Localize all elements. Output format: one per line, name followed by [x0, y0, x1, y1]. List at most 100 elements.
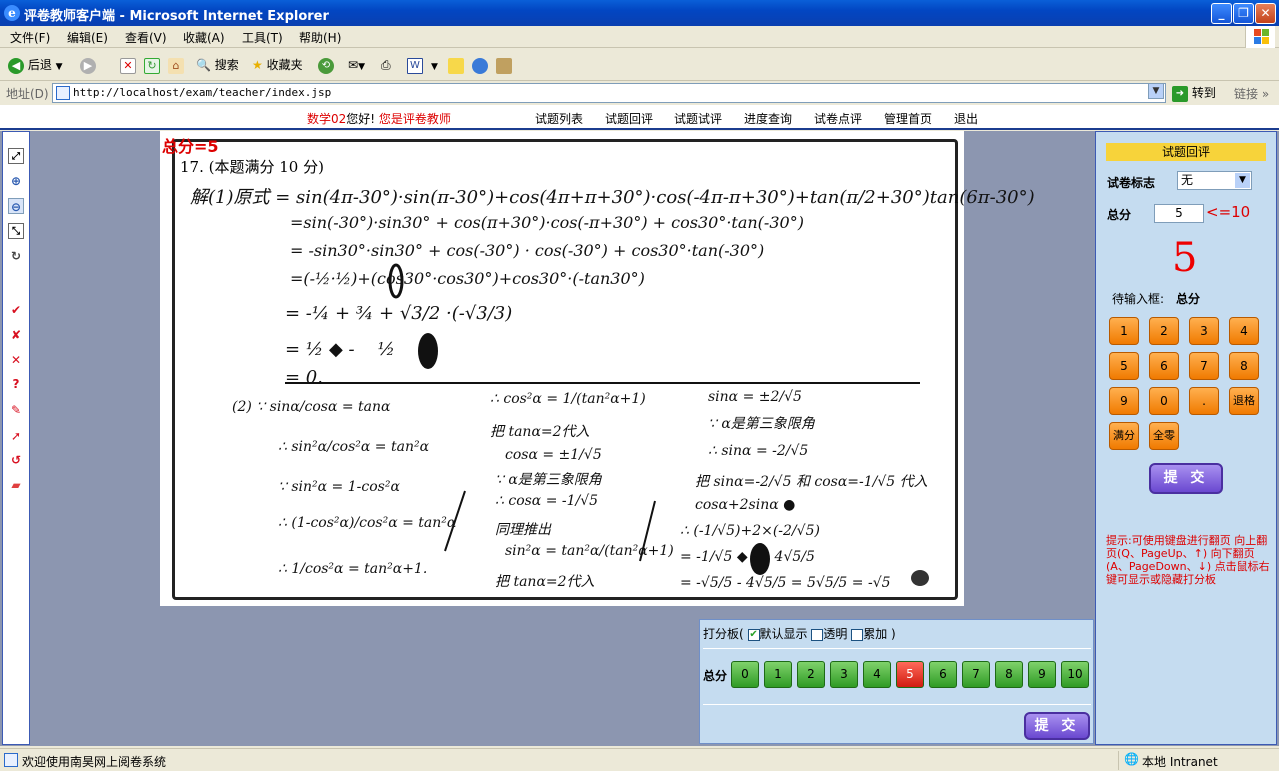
default-display-checkbox[interactable]: ✔	[747, 628, 760, 641]
key-backspace[interactable]: 退格	[1229, 387, 1259, 415]
stop-icon: ✕	[120, 57, 136, 74]
search-icon: 🔍	[196, 58, 211, 72]
greeting-text: 您好!	[346, 112, 376, 126]
key-2[interactable]: 2	[1149, 317, 1179, 345]
menu-edit[interactable]: 编辑(E)	[67, 29, 108, 46]
grading-area: ⤢ ⊕ ⊖ ⤡ ↻ ✔ ✘ ✕ ? ✎ ➚ ↺ ▰ 解(1)原式 = sin(4…	[0, 131, 1279, 746]
score-button-9[interactable]: 9	[1028, 661, 1056, 688]
key-5[interactable]: 5	[1109, 352, 1139, 380]
score-button-1[interactable]: 1	[764, 661, 792, 688]
research-icon	[496, 57, 512, 74]
refresh-icon: ↻	[144, 57, 160, 74]
back-button[interactable]: ◀ 后退 ▼	[8, 55, 63, 75]
nav-paper-comment[interactable]: 试卷点评	[814, 110, 862, 127]
nav-logout[interactable]: 退出	[954, 110, 978, 127]
mail-button[interactable]: ✉▼	[348, 55, 365, 75]
menu-help[interactable]: 帮助(H)	[299, 29, 341, 46]
print-button[interactable]: ⎙	[381, 55, 391, 75]
edit-dropdown-icon[interactable]: ▼	[431, 62, 438, 72]
research-button[interactable]	[496, 55, 512, 75]
total-score-input[interactable]: 5	[1154, 204, 1204, 223]
score-button-5-selected[interactable]: 5	[896, 661, 924, 688]
score-button-8[interactable]: 8	[995, 661, 1023, 688]
discuss-button[interactable]	[448, 55, 464, 75]
key-3[interactable]: 3	[1189, 317, 1219, 345]
half-correct-icon[interactable]: ✘	[8, 327, 24, 343]
nav-review[interactable]: 试题回评	[605, 110, 653, 127]
panel-submit-button[interactable]: 提 交	[1149, 463, 1223, 494]
key-8[interactable]: 8	[1229, 352, 1259, 380]
paper-flag-select[interactable]: 无 ▼	[1177, 171, 1252, 190]
minimize-button[interactable]: _	[1211, 3, 1232, 24]
zoom-in-icon[interactable]: ⊕	[8, 173, 24, 189]
score-button-10[interactable]: 10	[1061, 661, 1089, 688]
score-button-0[interactable]: 0	[731, 661, 759, 688]
go-label: 转到	[1191, 86, 1216, 100]
pointer-icon[interactable]: ➚	[8, 428, 24, 444]
key-9[interactable]: 9	[1109, 387, 1139, 415]
star-icon: ★	[252, 58, 263, 72]
key-0[interactable]: 0	[1149, 387, 1179, 415]
grading-panel: 试题回评 试卷标志 无 ▼ 总分 5 <=10 5 待输入框: 总分 1 2 3…	[1095, 131, 1277, 745]
maximize-button[interactable]: ❐	[1233, 3, 1254, 24]
eraser-icon[interactable]: ▰	[8, 477, 24, 493]
forward-button[interactable]: ▶	[80, 55, 96, 75]
history-button[interactable]: ⟲	[318, 55, 334, 75]
browser-toolbar: ◀ 后退 ▼ ▶ ✕ ↻ ⌂ 🔍 搜索 ★ 收藏夹 ⟲ ✉▼ ⎙ W ▼	[0, 49, 1279, 81]
favorites-button[interactable]: ★ 收藏夹	[252, 55, 303, 75]
address-input[interactable]: http://localhost/exam/teacher/index.jsp	[52, 83, 1166, 103]
score-button-3[interactable]: 3	[830, 661, 858, 688]
address-dropdown-icon[interactable]: ▼	[1148, 83, 1164, 99]
undo-icon[interactable]: ↺	[8, 452, 24, 468]
links-button[interactable]: 链接 »	[1234, 85, 1269, 102]
nav-question-list[interactable]: 试题列表	[535, 110, 583, 127]
menu-view[interactable]: 查看(V)	[125, 29, 167, 46]
menu-favorites[interactable]: 收藏(A)	[183, 29, 225, 46]
divider	[703, 648, 1091, 649]
go-button[interactable]: ➜ 转到	[1172, 84, 1216, 102]
nav-trial-grading[interactable]: 试题试评	[674, 110, 722, 127]
key-7[interactable]: 7	[1189, 352, 1219, 380]
status-bar: 欢迎使用南昊网上阅卷系统 🌐 本地 Intranet	[0, 748, 1279, 771]
wrong-mark-icon[interactable]: ✕	[8, 352, 24, 368]
stop-button[interactable]: ✕	[120, 55, 136, 75]
transparent-checkbox[interactable]	[811, 628, 824, 641]
nav-progress[interactable]: 进度查询	[744, 110, 792, 127]
search-button[interactable]: 🔍 搜索	[196, 55, 239, 75]
home-button[interactable]: ⌂	[168, 55, 184, 75]
zoom-out-icon[interactable]: ⊖	[8, 198, 24, 214]
key-6[interactable]: 6	[1149, 352, 1179, 380]
all-zero-button[interactable]: 全零	[1149, 422, 1179, 450]
pending-input-value: 总分	[1176, 292, 1201, 306]
score-button-4[interactable]: 4	[863, 661, 891, 688]
nav-admin-home[interactable]: 管理首页	[884, 110, 932, 127]
menu-tools[interactable]: 工具(T)	[242, 29, 283, 46]
score-button-7[interactable]: 7	[962, 661, 990, 688]
score-button-6[interactable]: 6	[929, 661, 957, 688]
cumulative-label: 累加	[863, 627, 888, 641]
print-icon: ⎙	[381, 58, 391, 72]
refresh-button[interactable]: ↻	[144, 55, 160, 75]
key-dot[interactable]: .	[1189, 387, 1219, 415]
key-1[interactable]: 1	[1109, 317, 1139, 345]
score-button-2[interactable]: 2	[797, 661, 825, 688]
handwriting-line: cosα+2sinα ●	[695, 497, 796, 513]
menu-file[interactable]: 文件(F)	[10, 29, 50, 46]
pen-icon[interactable]: ✎	[8, 402, 24, 418]
correct-mark-icon[interactable]: ✔	[8, 302, 24, 318]
key-4[interactable]: 4	[1229, 317, 1259, 345]
back-dropdown-icon[interactable]: ▼	[56, 62, 63, 72]
edit-button[interactable]: W ▼	[407, 55, 438, 75]
user-name: 数学02	[307, 112, 347, 126]
messenger-button[interactable]	[472, 55, 488, 75]
rotate-icon[interactable]: ↻	[8, 248, 24, 264]
fit-page-icon[interactable]: ⤢	[8, 148, 24, 164]
cumulative-checkbox[interactable]	[851, 628, 864, 641]
full-score-button[interactable]: 满分	[1109, 422, 1139, 450]
score-pad-submit-button[interactable]: 提 交	[1024, 712, 1090, 740]
actual-size-icon[interactable]: ⤡	[8, 223, 24, 239]
mail-dropdown-icon[interactable]: ▼	[358, 62, 365, 72]
mail-icon: ✉	[348, 58, 359, 72]
close-button[interactable]: ✕	[1255, 3, 1276, 24]
question-mark-icon[interactable]: ?	[8, 376, 24, 392]
